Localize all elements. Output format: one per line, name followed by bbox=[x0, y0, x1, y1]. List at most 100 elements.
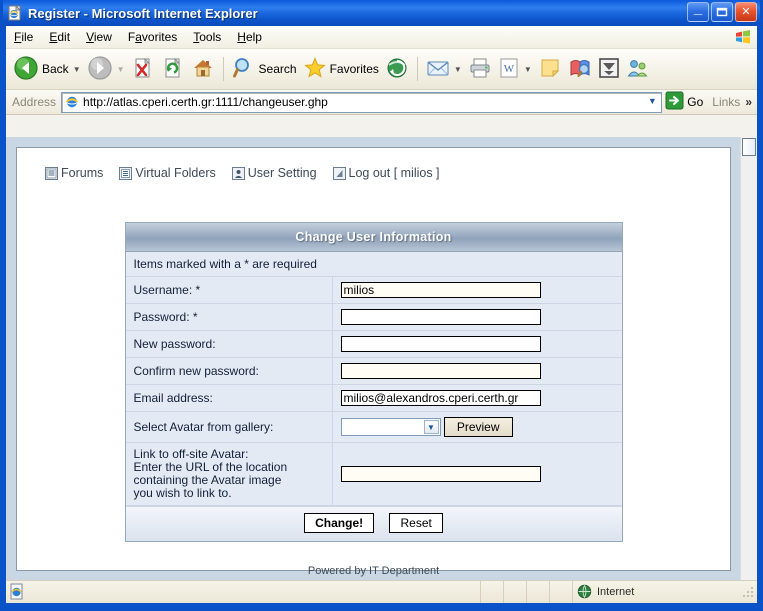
status-message bbox=[26, 581, 481, 603]
table-row: Username: * bbox=[125, 277, 622, 304]
username-label: Username: * bbox=[125, 277, 333, 304]
offsite-avatar-label-line2: Enter the URL of the location bbox=[133, 460, 288, 474]
go-icon bbox=[665, 91, 684, 113]
mail-dropdown-caret[interactable]: ▼ bbox=[454, 65, 462, 74]
back-icon bbox=[13, 55, 39, 84]
close-button[interactable]: ✕ bbox=[735, 2, 757, 22]
search-label: Search bbox=[258, 62, 297, 76]
home-icon bbox=[191, 56, 215, 83]
home-button[interactable] bbox=[188, 52, 218, 86]
resize-grip[interactable] bbox=[741, 585, 755, 599]
virtual-folders-icon bbox=[119, 166, 133, 180]
avatar-gallery-cell: ▼ Preview bbox=[332, 411, 622, 443]
offsite-avatar-label-line4: you wish to link to. bbox=[133, 486, 232, 500]
save-button[interactable]: Change! bbox=[304, 513, 375, 533]
offsite-avatar-label: Link to off-site Avatar: Enter the URL o… bbox=[125, 442, 333, 506]
confirm-password-input[interactable] bbox=[340, 363, 541, 379]
favorites-icon bbox=[303, 56, 327, 83]
status-pane-4 bbox=[550, 581, 573, 603]
minimize-button[interactable]: _ bbox=[687, 0, 709, 22]
offsite-avatar-label-line3: containing the Avatar image bbox=[133, 473, 282, 487]
search-button[interactable]: Search bbox=[229, 52, 300, 86]
links-button[interactable]: Links bbox=[709, 95, 743, 109]
status-bar: Internet bbox=[6, 580, 757, 603]
maximize-button[interactable] bbox=[711, 2, 733, 22]
reset-button[interactable]: Reset bbox=[389, 513, 443, 533]
forums-icon bbox=[45, 166, 58, 180]
go-button[interactable]: Go bbox=[662, 91, 709, 113]
offsite-avatar-input[interactable] bbox=[340, 466, 541, 482]
security-zone-label: Internet bbox=[597, 586, 635, 598]
preview-button[interactable]: Preview bbox=[443, 417, 513, 437]
sidebar-item-virtual-folders-label: Virtual Folders bbox=[135, 166, 216, 180]
print-icon bbox=[468, 57, 492, 82]
username-input[interactable] bbox=[340, 282, 541, 298]
status-pane-1 bbox=[481, 581, 504, 603]
avatar-gallery-select[interactable]: ▼ bbox=[340, 418, 441, 436]
page-footer: Powered by IT Department Copyright © 200… bbox=[31, 564, 716, 581]
sidebar-item-forums-label: Forums bbox=[61, 166, 104, 180]
ie-document-icon bbox=[7, 4, 23, 21]
minimize-glyph: _ bbox=[693, 0, 703, 17]
change-user-panel: Change User Information Items marked wit… bbox=[124, 222, 623, 542]
sidebar-item-logout[interactable]: Log out [ milios ] bbox=[332, 166, 440, 180]
address-input[interactable]: http://atlas.cperi.certh.gr:1111/changeu… bbox=[61, 91, 663, 113]
close-icon: ✕ bbox=[741, 6, 751, 18]
new-password-input[interactable] bbox=[340, 336, 541, 352]
research-icon bbox=[568, 57, 592, 82]
offsite-avatar-cell bbox=[332, 442, 622, 506]
avatar-gallery-label: Select Avatar from gallery: bbox=[125, 411, 333, 443]
menu-item-favorites[interactable]: Favorites bbox=[120, 28, 185, 46]
menu-item-tools[interactable]: Tools bbox=[185, 28, 229, 46]
vertical-scrollbar[interactable] bbox=[740, 137, 757, 581]
menu-item-edit[interactable]: Edit bbox=[41, 28, 78, 46]
panel-footer: Change! Reset bbox=[125, 506, 622, 541]
refresh-button[interactable] bbox=[158, 52, 188, 86]
print-button[interactable] bbox=[465, 52, 495, 86]
status-pane-2 bbox=[504, 581, 527, 603]
svg-text:W: W bbox=[504, 63, 515, 75]
panel-header: Change User Information bbox=[125, 223, 622, 252]
security-zone[interactable]: Internet bbox=[573, 581, 741, 603]
forward-button[interactable]: ▼ bbox=[84, 52, 128, 86]
offsite-avatar-label-line1: Link to off-site Avatar: bbox=[133, 447, 249, 461]
toolbar-separator-1 bbox=[222, 57, 224, 81]
notes-button[interactable] bbox=[535, 52, 565, 86]
stop-button[interactable] bbox=[128, 52, 158, 86]
back-label: Back bbox=[42, 62, 69, 76]
user-form-table: Username: * Password: * bbox=[125, 277, 622, 506]
favorites-button[interactable]: Favorites bbox=[300, 52, 382, 86]
scrollbar-thumb[interactable] bbox=[742, 138, 756, 156]
menu-item-view[interactable]: View bbox=[78, 28, 120, 46]
messenger-button[interactable] bbox=[595, 52, 623, 86]
history-button[interactable] bbox=[382, 52, 412, 86]
confirm-password-field-cell bbox=[332, 357, 622, 385]
menu-item-file[interactable]: File bbox=[6, 28, 41, 46]
back-dropdown-caret[interactable]: ▼ bbox=[73, 65, 81, 74]
maximize-glyph bbox=[712, 3, 732, 21]
ie-favicon bbox=[64, 95, 80, 109]
research-button[interactable] bbox=[565, 52, 595, 86]
mail-button[interactable]: ▼ bbox=[423, 52, 465, 86]
edit-word-button[interactable]: W ▼ bbox=[495, 52, 535, 86]
password-input[interactable] bbox=[340, 309, 541, 325]
table-row: Password: * bbox=[125, 303, 622, 331]
page-content-box: Forums Virtual Folders User Setting Log … bbox=[16, 147, 731, 581]
menu-item-help[interactable]: Help bbox=[229, 28, 270, 46]
title-bar: Register - Microsoft Internet Explorer _… bbox=[3, 0, 760, 26]
email-field[interactable] bbox=[340, 390, 541, 406]
table-row: Email address: bbox=[125, 384, 622, 412]
sidebar-item-user-setting[interactable]: User Setting bbox=[231, 166, 317, 180]
sidebar-item-virtual-folders[interactable]: Virtual Folders bbox=[119, 166, 216, 180]
back-button[interactable]: Back ▼ bbox=[10, 52, 84, 86]
sidebar-item-forums[interactable]: Forums bbox=[45, 166, 103, 180]
client-area: File Edit View Favorites Tools Help Back… bbox=[6, 26, 757, 603]
edit-dropdown-caret[interactable]: ▼ bbox=[524, 65, 532, 74]
window-title: Register - Microsoft Internet Explorer bbox=[28, 5, 258, 21]
chevron-down-icon[interactable]: ▼ bbox=[423, 420, 439, 434]
discuss-button[interactable] bbox=[623, 52, 653, 86]
toolbar-overflow-chevron-icon[interactable]: » bbox=[743, 95, 757, 109]
address-bar: Address http://atlas.cperi.certh.gr:1111… bbox=[6, 90, 757, 115]
address-dropdown-icon[interactable]: ▼ bbox=[644, 94, 660, 109]
forward-icon bbox=[87, 55, 113, 84]
